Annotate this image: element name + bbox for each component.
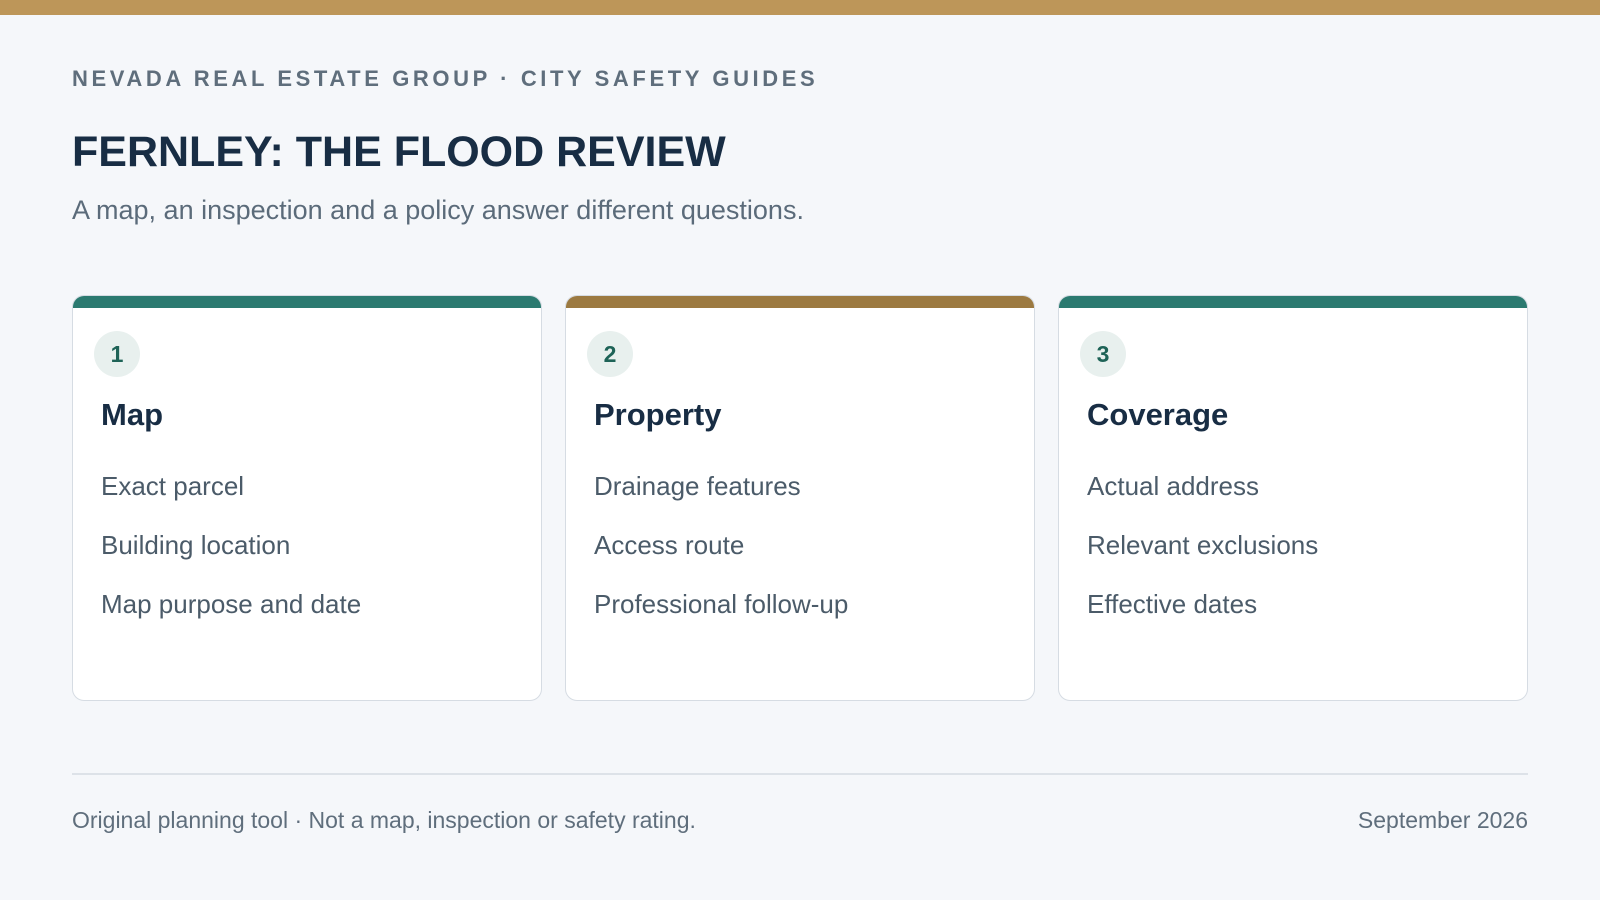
card-heading: Property — [594, 397, 722, 432]
card-coverage: 3 Coverage Actual address Relevant exclu… — [1058, 295, 1528, 701]
card-property: 2 Property Drainage features Access rout… — [565, 295, 1035, 701]
card-heading: Map — [101, 397, 163, 432]
card-checklist: Actual address Relevant exclusions Effec… — [1087, 471, 1318, 648]
list-item: Exact parcel — [101, 471, 245, 501]
list-item: Drainage features — [594, 471, 801, 501]
footer-divider — [72, 773, 1528, 775]
list-item: Map purpose and date — [101, 589, 362, 619]
list-item: Relevant exclusions — [1087, 530, 1319, 560]
step-number-badge: 2 — [587, 331, 633, 377]
footer-disclaimer: Original planning tool · Not a map, insp… — [72, 807, 696, 833]
step-number-badge: 1 — [94, 331, 140, 377]
page-title: FERNLEY: THE FLOOD REVIEW — [72, 128, 726, 176]
footer-date: September 2026 — [1357, 807, 1528, 833]
card-checklist: Drainage features Access route Professio… — [594, 471, 848, 648]
card-accent-bar — [73, 296, 541, 308]
card-accent-bar — [1059, 296, 1527, 308]
list-item: Access route — [594, 530, 745, 560]
card-map: 1 Map Exact parcel Building location Map… — [72, 295, 542, 701]
card-checklist: Exact parcel Building location Map purpo… — [101, 471, 361, 648]
top-accent-bar — [0, 0, 1600, 15]
card-accent-bar — [566, 296, 1034, 308]
brand-eyebrow: NEVADA REAL ESTATE GROUP · CITY SAFETY G… — [72, 66, 819, 91]
review-cards: 1 Map Exact parcel Building location Map… — [72, 295, 1528, 701]
card-heading: Coverage — [1087, 397, 1229, 432]
step-number-badge: 3 — [1080, 331, 1126, 377]
list-item: Effective dates — [1087, 589, 1258, 619]
page-subtitle: A map, an inspection and a policy answer… — [72, 195, 804, 225]
list-item: Building location — [101, 530, 291, 560]
list-item: Professional follow-up — [594, 589, 849, 619]
list-item: Actual address — [1087, 471, 1259, 501]
